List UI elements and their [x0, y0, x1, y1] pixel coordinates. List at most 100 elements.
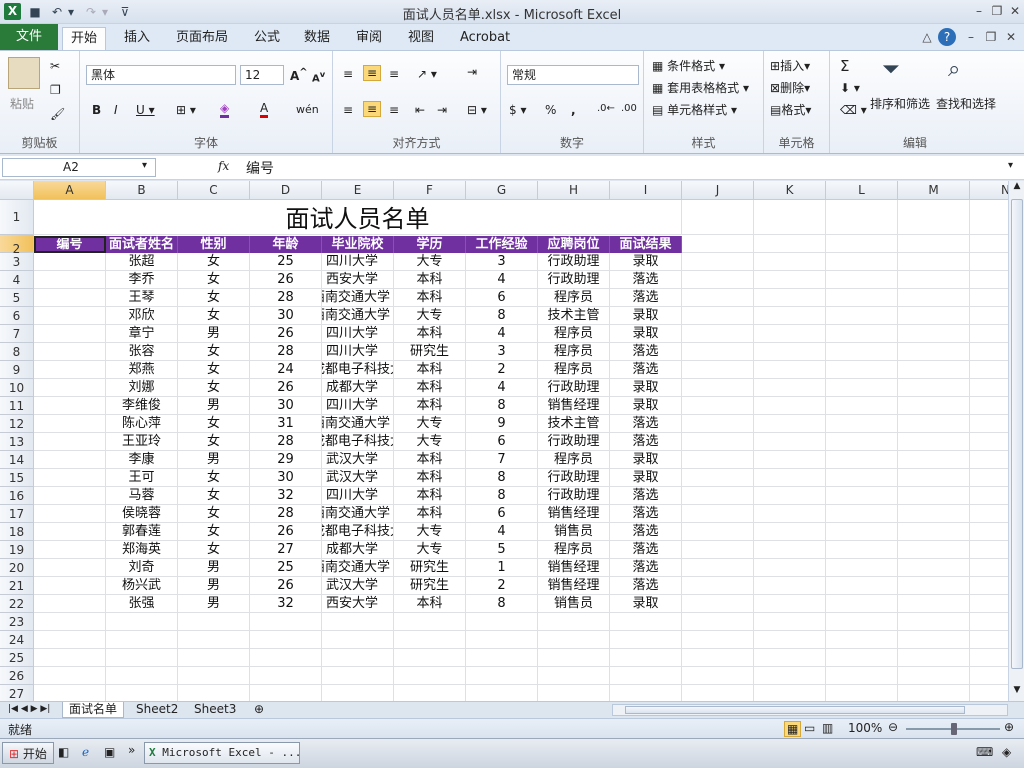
- table-cell[interactable]: 27: [250, 541, 322, 559]
- delete-cells-button[interactable]: ⊠删除▾: [770, 79, 810, 96]
- table-cell[interactable]: 郭春莲: [106, 523, 178, 541]
- grid-cell[interactable]: [898, 685, 970, 701]
- font-name-dropdown[interactable]: 黑体: [86, 65, 236, 85]
- table-cell[interactable]: 女: [178, 469, 250, 487]
- grid-cell[interactable]: [466, 667, 538, 685]
- table-cell[interactable]: 9: [466, 415, 538, 433]
- grid-cell[interactable]: [826, 307, 898, 325]
- table-cell[interactable]: 本科: [394, 325, 466, 343]
- doc-restore-icon[interactable]: ❐: [982, 28, 1000, 46]
- expand-formula-bar-icon[interactable]: ▾: [1008, 160, 1013, 171]
- grid-cell[interactable]: [466, 631, 538, 649]
- row-header-25[interactable]: 25: [0, 649, 34, 667]
- table-cell[interactable]: 四川大学: [322, 343, 394, 361]
- grid-cell[interactable]: [970, 379, 1008, 397]
- number-format-dropdown[interactable]: 常规: [507, 65, 639, 85]
- align-bottom-icon[interactable]: ≡: [389, 67, 399, 81]
- grid-cell[interactable]: [898, 559, 970, 577]
- table-cell[interactable]: 落选: [610, 289, 682, 307]
- autosum-button[interactable]: Σ: [840, 57, 849, 75]
- grid-cell[interactable]: [610, 613, 682, 631]
- grid-cell[interactable]: [826, 613, 898, 631]
- table-cell[interactable]: 7: [466, 451, 538, 469]
- table-cell[interactable]: 程序员: [538, 541, 610, 559]
- row-header-7[interactable]: 7: [0, 325, 34, 343]
- grid-cell[interactable]: [970, 361, 1008, 379]
- scroll-down-icon[interactable]: ▼: [1010, 685, 1024, 699]
- grid-cell[interactable]: [682, 541, 754, 559]
- table-cell[interactable]: 落选: [610, 577, 682, 595]
- grid-cell[interactable]: [970, 505, 1008, 523]
- grid-cell[interactable]: [826, 631, 898, 649]
- row-header-19[interactable]: 19: [0, 541, 34, 559]
- table-cell[interactable]: 程序员: [538, 361, 610, 379]
- grid-cell[interactable]: [682, 361, 754, 379]
- table-cell[interactable]: 侯晓蓉: [106, 505, 178, 523]
- table-cell[interactable]: [34, 397, 106, 415]
- grid-cell[interactable]: [826, 505, 898, 523]
- grid-cell[interactable]: [826, 343, 898, 361]
- grid-cell[interactable]: [898, 523, 970, 541]
- table-cell[interactable]: 8: [466, 487, 538, 505]
- table-cell[interactable]: 32: [250, 595, 322, 613]
- minimize-icon[interactable]: –: [970, 2, 988, 20]
- table-cell[interactable]: 6: [466, 433, 538, 451]
- table-cell[interactable]: 男: [178, 325, 250, 343]
- quicklaunch-media-icon[interactable]: ▣: [104, 745, 115, 759]
- table-cell[interactable]: [34, 505, 106, 523]
- borders-icon[interactable]: ⊞ ▾: [176, 103, 196, 117]
- grid-cell[interactable]: [754, 667, 826, 685]
- italic-icon[interactable]: I: [114, 103, 118, 117]
- sheet-tab-2[interactable]: Sheet2: [130, 702, 184, 718]
- grid-cell[interactable]: [178, 649, 250, 667]
- underline-icon[interactable]: U ▾: [136, 103, 155, 117]
- table-cell[interactable]: 录取: [610, 397, 682, 415]
- table-cell[interactable]: 西南交通大学: [322, 505, 394, 523]
- table-cell[interactable]: 落选: [610, 487, 682, 505]
- column-header-c[interactable]: C: [178, 181, 250, 200]
- table-cell[interactable]: 录取: [610, 379, 682, 397]
- grid-cell[interactable]: [826, 685, 898, 701]
- insert-sheet-icon[interactable]: ⊕: [248, 702, 270, 718]
- table-cell[interactable]: 26: [250, 325, 322, 343]
- table-cell[interactable]: 大专: [394, 307, 466, 325]
- row-header-14[interactable]: 14: [0, 451, 34, 469]
- grid-cell[interactable]: [682, 631, 754, 649]
- table-cell[interactable]: 女: [178, 253, 250, 271]
- table-cell[interactable]: 技术主管: [538, 307, 610, 325]
- grid-cell[interactable]: [34, 685, 106, 701]
- table-cell[interactable]: 4: [466, 523, 538, 541]
- row-header-13[interactable]: 13: [0, 433, 34, 451]
- table-cell[interactable]: 男: [178, 577, 250, 595]
- find-select-button[interactable]: 查找和选择: [936, 95, 996, 112]
- grid-cell[interactable]: [898, 469, 970, 487]
- insert-cells-button[interactable]: ⊞插入▾: [770, 57, 810, 74]
- grid-cell[interactable]: [322, 631, 394, 649]
- row-header-27[interactable]: 27: [0, 685, 34, 701]
- grid-cell[interactable]: [754, 253, 826, 271]
- table-cell[interactable]: 2: [466, 361, 538, 379]
- row-header-17[interactable]: 17: [0, 505, 34, 523]
- percent-button[interactable]: %: [545, 103, 556, 117]
- orientation-icon[interactable]: ↗ ▾: [417, 67, 437, 81]
- grid-cell[interactable]: [898, 613, 970, 631]
- grid-cell[interactable]: [826, 577, 898, 595]
- scroll-up-icon[interactable]: ▲: [1010, 181, 1024, 195]
- align-right-icon[interactable]: ≡: [389, 103, 399, 117]
- table-cell[interactable]: 西安大学: [322, 595, 394, 613]
- grid-cell[interactable]: [754, 577, 826, 595]
- grid-cell[interactable]: [970, 289, 1008, 307]
- grid-cell[interactable]: [394, 667, 466, 685]
- grid-cell[interactable]: [754, 307, 826, 325]
- column-header-k[interactable]: K: [754, 181, 826, 200]
- sheet-tab-active[interactable]: 面试名单: [62, 702, 125, 718]
- table-cell[interactable]: 男: [178, 595, 250, 613]
- grid-cell[interactable]: [754, 523, 826, 541]
- grid-cell[interactable]: [754, 469, 826, 487]
- paste-button[interactable]: 粘贴: [10, 95, 34, 112]
- grid-cell[interactable]: [322, 649, 394, 667]
- table-cell[interactable]: [34, 577, 106, 595]
- doc-minimize-icon[interactable]: –: [962, 28, 980, 46]
- header-cell[interactable]: 毕业院校: [322, 236, 394, 253]
- tab-data[interactable]: 数据: [296, 27, 338, 50]
